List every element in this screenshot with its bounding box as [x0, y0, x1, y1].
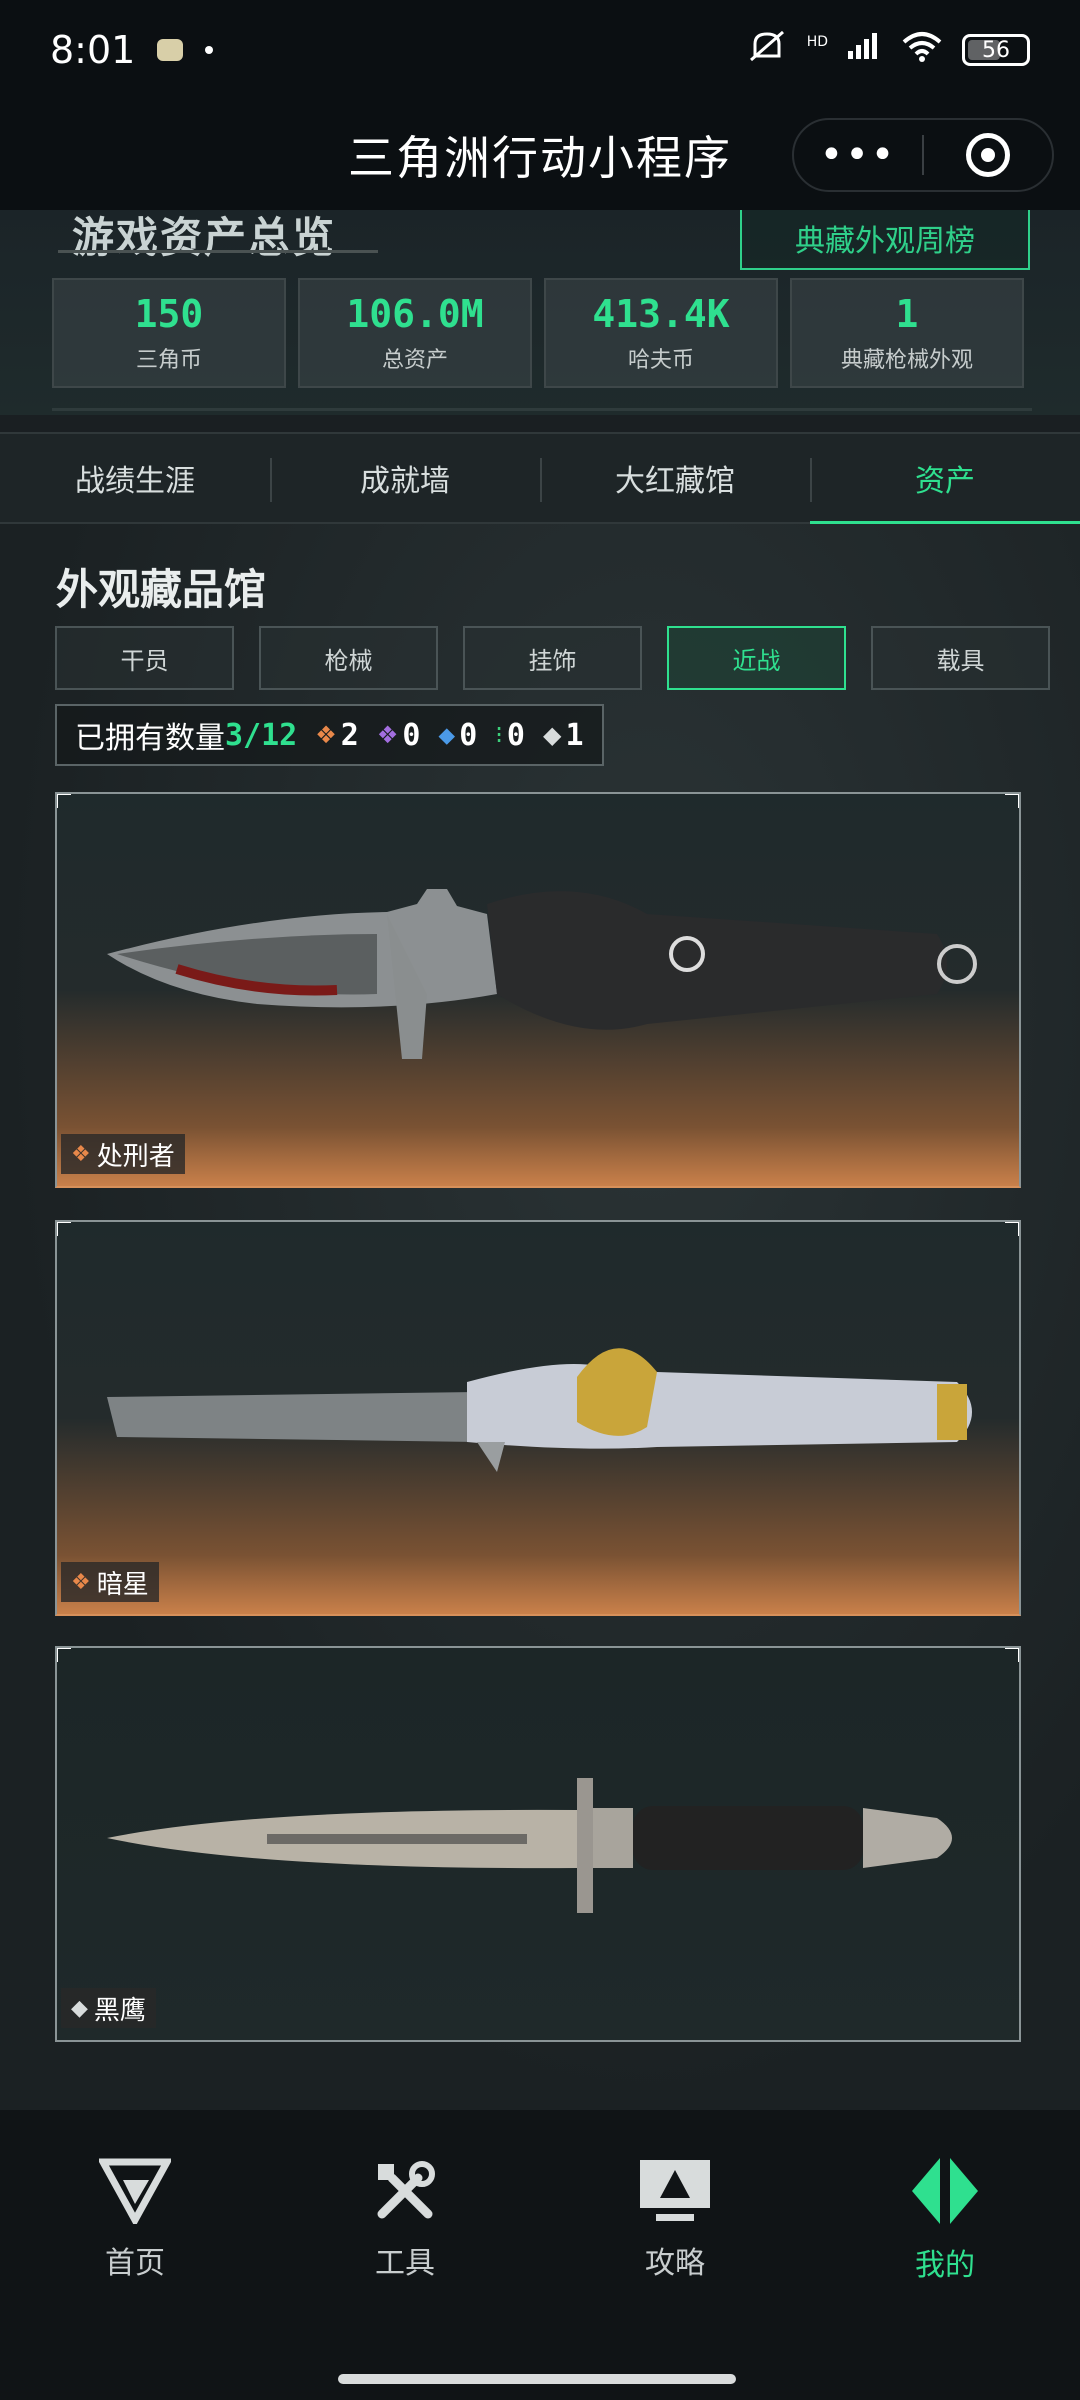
signal-icon — [846, 31, 882, 69]
tab-assets[interactable]: 资产 — [810, 434, 1080, 524]
stat-card: 413.4K 哈夫币 — [544, 278, 778, 388]
nav-label: 首页 — [105, 2246, 165, 2281]
overview-title: 游戏资产总览 — [72, 213, 337, 262]
stat-label: 三角币 — [135, 348, 202, 373]
asset-overview-panel: 游戏资产总览 典藏外观周榜 150 三角币 106.0M 总资产 413.4K … — [0, 210, 1080, 415]
nav-profile[interactable]: 我的 — [810, 2110, 1080, 2330]
rarity-count-value: 0 — [506, 717, 525, 753]
stats-row: 150 三角币 106.0M 总资产 413.4K 哈夫币 1 典藏枪械外观 — [52, 278, 1024, 388]
tab-red-collection[interactable]: 大红藏馆 — [540, 434, 810, 522]
stat-card: 150 三角币 — [52, 278, 286, 388]
profile-tabs: 战绩生涯 成就墙 大红藏馆 资产 — [0, 432, 1080, 524]
nav-label: 我的 — [915, 2248, 975, 2283]
mini-program-capsule: ••• — [792, 118, 1054, 192]
stat-value: 150 — [134, 292, 204, 336]
rarity-count: ❖ 0 — [377, 718, 421, 753]
stat-label: 典藏枪械外观 — [840, 348, 973, 373]
knife-image — [107, 1348, 972, 1472]
tab-career[interactable]: 战绩生涯 — [0, 434, 270, 522]
stat-value: 413.4K — [592, 292, 730, 336]
nav-label: 攻略 — [645, 2246, 705, 2281]
home-indicator[interactable] — [338, 2374, 736, 2384]
category-charms[interactable]: 挂饰 — [463, 626, 642, 690]
knife-image — [107, 889, 977, 1059]
melee-skin-card[interactable]: ◆ 黑鹰 — [55, 1646, 1021, 2042]
close-mini-program-button[interactable] — [924, 133, 1052, 177]
stat-value: 1 — [895, 292, 919, 336]
notification-dot-icon — [205, 46, 214, 54]
white-diamond-icon: ◆ — [71, 1995, 88, 2021]
stat-value: 106.0M — [346, 292, 484, 336]
tools-icon — [377, 2161, 435, 2219]
rarity-count: ⁝ 0 — [495, 718, 525, 753]
home-logo-icon — [99, 2158, 171, 2224]
network-label: HD — [806, 34, 828, 50]
battery-level: 56 — [982, 37, 1010, 63]
purple-diamond-icon: ❖ — [376, 721, 399, 749]
owned-label: 已拥有数量 — [75, 721, 225, 756]
stat-card: 106.0M 总资产 — [298, 278, 532, 388]
category-vehicles[interactable]: 载具 — [871, 626, 1050, 690]
rarity-count-value: 2 — [340, 717, 359, 753]
skin-name: 暗星 — [96, 1569, 149, 1600]
gesture-area — [0, 2330, 1080, 2400]
category-melee[interactable]: 近战 — [667, 626, 846, 690]
stat-label: 哈夫币 — [627, 348, 694, 373]
category-filter: 干员 枪械 挂饰 近战 载具 — [55, 626, 1050, 690]
knife-image — [107, 1778, 952, 1913]
weekly-ranking-button[interactable]: 典藏外观周榜 — [740, 210, 1030, 270]
white-diamond-icon: ◆ — [542, 721, 562, 749]
stat-label: 总资产 — [381, 348, 448, 373]
status-time: 8:01 — [50, 28, 136, 72]
orange-diamond-icon: ❖ — [315, 721, 337, 749]
nav-home[interactable]: 首页 — [0, 2110, 270, 2330]
melee-skin-card[interactable]: ❖ 处刑者 — [55, 792, 1021, 1188]
rarity-count-value: 1 — [565, 717, 584, 753]
notification-app-icon — [157, 39, 184, 61]
category-operators[interactable]: 干员 — [55, 626, 234, 690]
rarity-count: ❖ 2 — [315, 718, 359, 753]
stat-card: 1 典藏枪械外观 — [790, 278, 1024, 388]
blue-diamond-icon: ⬥ — [438, 721, 456, 749]
more-menu-button[interactable]: ••• — [794, 132, 922, 178]
orange-diamond-icon: ❖ — [71, 1569, 91, 1595]
mute-vibrate-icon — [745, 28, 789, 72]
target-icon — [965, 133, 1010, 177]
owned-summary: 已拥有数量 3/12 ❖ 2 ❖ 0 ⬥ 0 ⁝ 0 ◆ 1 — [55, 704, 604, 766]
bottom-navigation: 首页 工具 攻略 我的 — [0, 2110, 1080, 2330]
skin-name-tag: ◆ 黑鹰 — [61, 1988, 156, 2028]
nav-guide[interactable]: 攻略 — [540, 2110, 810, 2330]
collection-title: 外观藏品馆 — [56, 565, 267, 614]
overview-divider — [52, 408, 1032, 411]
guide-monitor-icon — [640, 2160, 710, 2221]
rarity-count: ◆ 1 — [543, 718, 584, 753]
mini-program-title-bar: 三角洲行动小程序 ••• — [0, 100, 1080, 210]
collection-content: 外观藏品馆 干员 枪械 挂饰 近战 载具 已拥有数量 3/12 ❖ 2 ❖ 0 … — [0, 524, 1080, 2110]
nav-tools[interactable]: 工具 — [270, 2110, 540, 2330]
rarity-count: ⬥ 0 — [438, 718, 477, 753]
orange-diamond-icon: ❖ — [71, 1141, 91, 1167]
overview-title-underline — [58, 250, 378, 253]
melee-skin-card[interactable]: ❖ 暗星 — [55, 1220, 1021, 1616]
tab-achievements[interactable]: 成就墙 — [270, 434, 540, 522]
green-diamond-icon: ⁝ — [495, 721, 503, 749]
nav-label: 工具 — [375, 2246, 435, 2281]
skin-name-tag: ❖ 暗星 — [61, 1562, 159, 1602]
page-title: 三角洲行动小程序 — [348, 131, 732, 185]
skin-name: 黑鹰 — [93, 1995, 146, 2026]
rarity-count-value: 0 — [459, 717, 478, 753]
owned-count: 3/12 — [225, 717, 298, 753]
wifi-icon — [900, 30, 944, 70]
profile-emblem-icon — [912, 2158, 978, 2224]
battery-icon: 56 — [962, 34, 1030, 66]
status-bar: 8:01 HD 56 — [0, 0, 1080, 100]
skin-name: 处刑者 — [96, 1141, 175, 1172]
skin-name-tag: ❖ 处刑者 — [61, 1134, 185, 1174]
category-guns[interactable]: 枪械 — [259, 626, 438, 690]
rarity-count-value: 0 — [402, 717, 421, 753]
